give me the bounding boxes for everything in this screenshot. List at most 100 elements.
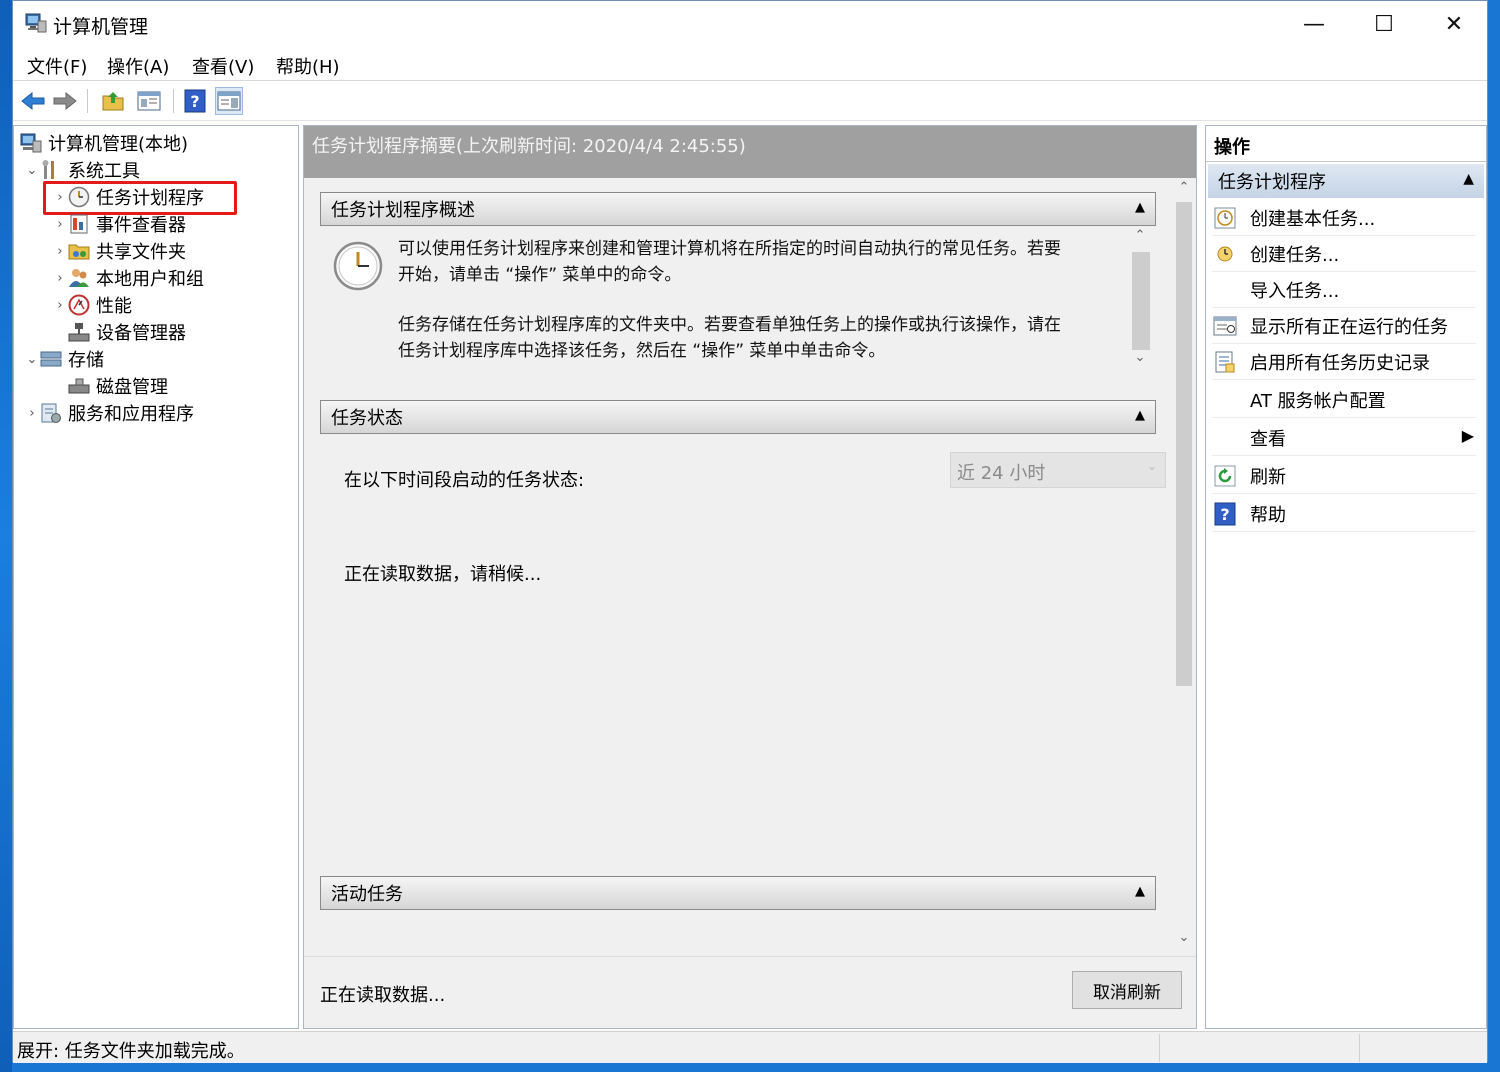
computer-management-window: 计算机管理 — ☐ ✕ 文件(F) 操作(A) 查看(V) 帮助(H) ? 计算… — [12, 0, 1488, 1063]
section-title: 任务计划程序概述 — [331, 200, 475, 221]
back-arrow-icon — [21, 91, 45, 111]
title-bar[interactable]: 计算机管理 — ☐ ✕ — [13, 1, 1487, 47]
services-icon — [40, 402, 62, 424]
chevron-down-icon[interactable]: ⌄ — [24, 163, 40, 178]
storage-icon — [40, 348, 62, 370]
tree-item-disk-management[interactable]: 磁盘管理 — [68, 373, 168, 399]
tree-item-root[interactable]: 计算机管理(本地) — [20, 130, 188, 156]
action-label: 显示所有正在运行的任务 — [1250, 316, 1448, 338]
actions-section-label: 任务计划程序 — [1218, 172, 1326, 193]
action-import-task[interactable]: 导入任务... — [1212, 272, 1476, 308]
summary-header: 任务计划程序摘要(上次刷新时间: 2020/4/4 2:45:55) — [304, 126, 1196, 178]
action-refresh[interactable]: 刷新 — [1212, 458, 1476, 494]
chevron-right-icon[interactable]: › — [24, 406, 40, 421]
section-title: 活动任务 — [331, 884, 403, 905]
task-status-section-header[interactable]: 任务状态 ▲ — [320, 400, 1156, 434]
tree-item-system-tools[interactable]: ⌄ 系统工具 — [24, 157, 140, 183]
tree-label: 计算机管理(本地) — [48, 134, 189, 155]
blank-icon — [1212, 425, 1238, 451]
task-status-body: 在以下时间段启动的任务状态: 近 24 小时 ⌄ 正在读取数据，请稍候... — [320, 434, 1166, 858]
forward-button[interactable] — [51, 87, 79, 115]
help-icon: ? — [1212, 501, 1238, 527]
tree-item-shared-folders[interactable]: › 共享文件夹 — [52, 238, 186, 264]
svg-text:?: ? — [1220, 505, 1229, 524]
overview-text: 开始，请单击 “操作” 菜单中的命令。 — [398, 265, 682, 285]
help-toolbar-button[interactable]: ? — [181, 87, 209, 115]
collapse-up-icon[interactable]: ▲ — [1135, 200, 1145, 215]
period-dropdown[interactable]: 近 24 小时 ⌄ — [950, 452, 1166, 488]
loading-text: 正在读取数据，请稍候... — [344, 564, 542, 585]
device-manager-icon — [68, 321, 90, 343]
chevron-down-icon[interactable]: ⌄ — [24, 352, 40, 367]
menu-help[interactable]: 帮助(H) — [276, 53, 340, 79]
refresh-status-bar: 正在读取数据... 取消刷新 — [304, 956, 1196, 1028]
scroll-down-icon[interactable]: ⌄ — [1128, 350, 1152, 372]
tree-item-storage[interactable]: ⌄ 存储 — [24, 346, 104, 372]
actions-section-task-scheduler[interactable]: 任务计划程序 ▲ — [1208, 164, 1484, 198]
chevron-right-icon[interactable]: › — [52, 244, 68, 259]
tree-label: 设备管理器 — [96, 323, 186, 344]
action-view[interactable]: 查看 ▶ — [1212, 420, 1476, 456]
minimize-button[interactable]: — — [1279, 1, 1349, 47]
shared-folder-icon — [68, 240, 90, 262]
collapse-up-icon[interactable]: ▲ — [1135, 884, 1145, 899]
blank-icon — [1212, 277, 1238, 303]
tree-label: 系统工具 — [68, 161, 140, 182]
chevron-right-icon[interactable]: › — [52, 217, 68, 232]
menu-file[interactable]: 文件(F) — [27, 53, 87, 79]
tree-item-performance[interactable]: › 性能 — [52, 292, 132, 318]
maximize-button[interactable]: ☐ — [1349, 1, 1419, 47]
chevron-right-icon[interactable]: › — [52, 298, 68, 313]
actions-pane: 操作 任务计划程序 ▲ 创建基本任务... 创建任务... 导入任务... 显示… — [1205, 125, 1487, 1029]
up-level-button[interactable] — [99, 87, 127, 115]
tree-label: 本地用户和组 — [96, 269, 204, 290]
toolbar-separator — [173, 89, 174, 113]
collapse-up-icon[interactable]: ▲ — [1463, 171, 1474, 187]
chevron-right-icon[interactable]: › — [52, 271, 68, 286]
overview-scrollbar[interactable]: ⌃ ⌄ — [1128, 226, 1154, 376]
cancel-refresh-button[interactable]: 取消刷新 — [1072, 971, 1182, 1009]
create-task-icon — [1212, 241, 1238, 267]
scroll-thumb[interactable] — [1176, 202, 1192, 686]
action-create-task[interactable]: 创建任务... — [1212, 236, 1476, 272]
active-tasks-body — [320, 910, 1156, 954]
tree-item-services-apps[interactable]: › 服务和应用程序 — [24, 400, 194, 426]
scroll-thumb[interactable] — [1132, 252, 1150, 350]
action-pane-toggle-button[interactable] — [215, 87, 243, 115]
action-enable-task-history[interactable]: 启用所有任务历史记录 — [1212, 344, 1476, 380]
system-tools-icon — [40, 159, 62, 181]
scroll-down-icon[interactable]: ⌄ — [1172, 930, 1196, 952]
action-label: 创建基本任务... — [1250, 208, 1376, 230]
overview-text: 可以使用任务计划程序来创建和管理计算机将在所指定的时间自动执行的常见任务。若要 — [398, 239, 1061, 259]
action-at-service-config[interactable]: AT 服务帐户配置 — [1212, 382, 1476, 418]
show-hide-tree-button[interactable] — [135, 87, 163, 115]
action-create-basic-task[interactable]: 创建基本任务... — [1212, 200, 1476, 236]
computer-management-icon — [20, 132, 42, 154]
action-show-running-tasks[interactable]: 显示所有正在运行的任务 — [1212, 308, 1476, 344]
tree-label: 事件查看器 — [96, 215, 186, 236]
scroll-up-icon[interactable]: ⌃ — [1172, 180, 1196, 202]
svg-text:?: ? — [190, 92, 199, 111]
action-pane-icon — [217, 91, 241, 111]
task-status-section: 任务状态 ▲ 在以下时间段启动的任务状态: 近 24 小时 ⌄ 正在读取数据，请… — [320, 400, 1166, 858]
selection-highlight-box — [43, 181, 237, 215]
overview-section-header[interactable]: 任务计划程序概述 ▲ — [320, 192, 1156, 226]
tree-item-device-manager[interactable]: 设备管理器 — [68, 319, 186, 345]
menu-action[interactable]: 操作(A) — [107, 53, 169, 79]
back-button[interactable] — [19, 87, 47, 115]
maximize-icon: ☐ — [1374, 11, 1394, 37]
active-tasks-section-header[interactable]: 活动任务 ▲ — [320, 876, 1156, 910]
performance-icon — [68, 294, 90, 316]
menu-view[interactable]: 查看(V) — [192, 53, 254, 79]
scroll-up-icon[interactable]: ⌃ — [1128, 228, 1152, 250]
active-tasks-section: 活动任务 ▲ — [320, 876, 1156, 954]
close-button[interactable]: ✕ — [1419, 1, 1489, 47]
running-tasks-icon — [1212, 313, 1238, 339]
collapse-up-icon[interactable]: ▲ — [1135, 408, 1145, 423]
tree-item-event-viewer[interactable]: › 事件查看器 — [52, 211, 186, 237]
content-scrollbar[interactable]: ⌃ ⌄ — [1172, 178, 1196, 954]
help-icon: ? — [184, 89, 206, 113]
action-help[interactable]: ? 帮助 — [1212, 496, 1476, 532]
tree-item-local-users[interactable]: › 本地用户和组 — [52, 265, 204, 291]
section-title: 任务状态 — [331, 408, 403, 429]
